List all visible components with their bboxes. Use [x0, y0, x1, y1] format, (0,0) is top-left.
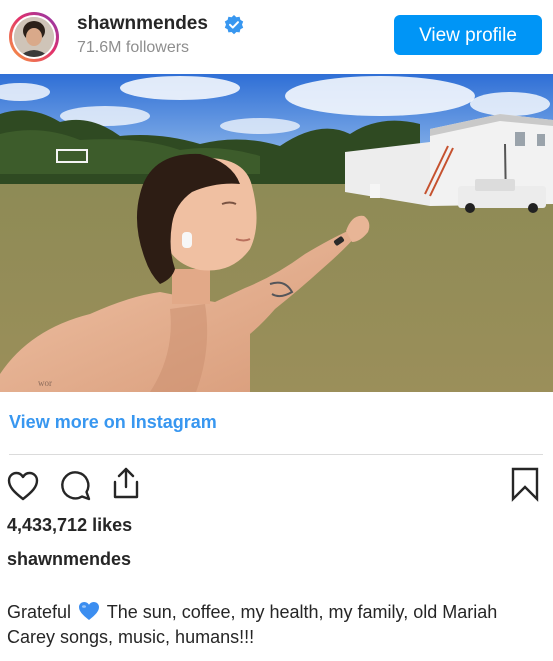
- verified-badge-icon: [224, 15, 244, 35]
- blue-heart-emoji-icon: [79, 602, 100, 620]
- bookmark-icon[interactable]: [509, 466, 541, 502]
- caption-username[interactable]: shawnmendes: [7, 549, 131, 570]
- followers-count: 71.6M followers: [77, 39, 190, 56]
- username[interactable]: shawnmendes: [77, 13, 208, 35]
- post-header: shawnmendes 71.6M followers View profile: [0, 0, 553, 74]
- view-more-on-instagram-link[interactable]: View more on Instagram: [9, 412, 217, 433]
- heart-icon[interactable]: [6, 470, 40, 502]
- post-caption: Grateful The sun, coffee, my health, my …: [7, 600, 527, 650]
- post-photo[interactable]: wor: [0, 74, 553, 392]
- avatar-image: [14, 17, 54, 57]
- divider: [9, 454, 543, 455]
- comment-icon[interactable]: [58, 468, 92, 502]
- caption-prefix: Grateful: [7, 602, 72, 622]
- svg-text:wor: wor: [38, 378, 52, 388]
- share-icon[interactable]: [110, 465, 142, 501]
- likes-count[interactable]: 4,433,712 likes: [7, 515, 132, 536]
- avatar[interactable]: [9, 12, 59, 62]
- view-profile-button[interactable]: View profile: [394, 15, 542, 55]
